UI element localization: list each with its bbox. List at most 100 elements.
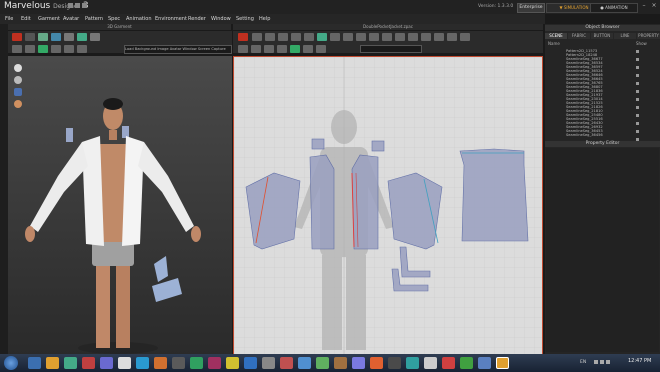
pin-icon[interactable] bbox=[64, 33, 74, 41]
menu-setting[interactable]: Setting bbox=[236, 16, 254, 22]
close-icon[interactable]: × bbox=[650, 2, 658, 10]
eye-icon[interactable] bbox=[636, 90, 639, 93]
library-sidebar[interactable] bbox=[0, 24, 8, 354]
taskbar-app-icon[interactable] bbox=[352, 357, 365, 369]
taskbar-app-icon[interactable] bbox=[424, 357, 437, 369]
taskbar-app-icon[interactable] bbox=[460, 357, 473, 369]
grid-icon[interactable] bbox=[277, 45, 287, 53]
texture-edit-icon[interactable] bbox=[395, 33, 405, 41]
edit-point-icon[interactable] bbox=[265, 33, 275, 41]
screenshot-icon[interactable] bbox=[77, 45, 87, 53]
save-icon[interactable] bbox=[68, 3, 73, 8]
pattern-back[interactable] bbox=[459, 148, 529, 242]
taskbar-app-icon[interactable] bbox=[244, 357, 257, 369]
taskbar-app-icon[interactable] bbox=[46, 357, 59, 369]
eye-icon[interactable] bbox=[636, 114, 639, 117]
menu-garment[interactable]: Garment bbox=[38, 16, 60, 22]
pattern-canvas-2d[interactable] bbox=[233, 56, 543, 358]
segment-icon[interactable] bbox=[330, 33, 340, 41]
reset-icon[interactable] bbox=[238, 33, 248, 41]
menu-environment[interactable]: Environment bbox=[155, 16, 187, 22]
sewing-icon[interactable] bbox=[317, 33, 327, 41]
topstitch-icon[interactable] bbox=[460, 33, 470, 41]
trace-icon[interactable] bbox=[343, 33, 353, 41]
internal-line-icon[interactable] bbox=[356, 33, 366, 41]
taskbar-app-icon[interactable] bbox=[82, 357, 95, 369]
menu-animation[interactable]: Animation bbox=[126, 16, 152, 22]
taskbar-app-icon[interactable] bbox=[154, 357, 167, 369]
taskbar-app-icon[interactable] bbox=[226, 357, 239, 369]
eye-icon[interactable] bbox=[636, 74, 639, 77]
symmetry-icon[interactable] bbox=[290, 45, 300, 53]
flag-icon[interactable] bbox=[606, 360, 610, 364]
eye-icon[interactable] bbox=[636, 122, 639, 125]
taskbar-app-icon[interactable] bbox=[208, 357, 221, 369]
start-button-icon[interactable] bbox=[4, 356, 18, 370]
eye-icon[interactable] bbox=[636, 106, 639, 109]
select-icon[interactable] bbox=[25, 33, 35, 41]
taskbar-app-icon[interactable] bbox=[370, 357, 383, 369]
taskbar-app-icon[interactable] bbox=[136, 357, 149, 369]
eye-icon[interactable] bbox=[636, 82, 639, 85]
menu-edit[interactable]: Edit bbox=[21, 16, 31, 22]
undo-icon[interactable] bbox=[75, 3, 80, 8]
transform-icon[interactable] bbox=[252, 33, 262, 41]
taskbar-clock[interactable]: 12:47 PM bbox=[628, 358, 651, 364]
redo-icon[interactable] bbox=[82, 3, 87, 8]
volume-icon[interactable] bbox=[600, 360, 604, 364]
move-icon[interactable] bbox=[38, 33, 48, 41]
pattern-pocket-right[interactable] bbox=[371, 140, 385, 152]
eye-icon[interactable] bbox=[636, 98, 639, 101]
circle-icon[interactable] bbox=[304, 33, 314, 41]
eye-icon[interactable] bbox=[636, 50, 639, 53]
avatar-icon[interactable] bbox=[51, 45, 61, 53]
zoom-icon[interactable] bbox=[251, 45, 261, 53]
menu-file[interactable]: File bbox=[5, 16, 13, 22]
tab-line[interactable]: LINE bbox=[614, 33, 636, 39]
button-icon[interactable] bbox=[434, 33, 444, 41]
menu-spec[interactable]: Spec bbox=[108, 16, 120, 22]
grain-icon[interactable] bbox=[408, 33, 418, 41]
stress-map-icon[interactable] bbox=[38, 45, 48, 53]
eye-icon[interactable] bbox=[636, 58, 639, 61]
pane2d-field[interactable] bbox=[360, 45, 422, 53]
pattern-front-left[interactable] bbox=[309, 154, 335, 250]
list-item[interactable]: SeamlineSeg_36456 bbox=[566, 133, 656, 137]
taskbar-app-icon[interactable] bbox=[28, 357, 41, 369]
taskbar-app-icon[interactable] bbox=[478, 357, 491, 369]
menu-help[interactable]: Help bbox=[259, 16, 270, 22]
tab-button[interactable]: BUTTON bbox=[591, 33, 613, 39]
tab-property[interactable]: PROPERTY bbox=[637, 33, 660, 39]
dart-icon[interactable] bbox=[369, 33, 379, 41]
rectangle-icon[interactable] bbox=[291, 33, 301, 41]
pattern-sleeve-right[interactable] bbox=[387, 172, 443, 250]
taskbar-app-icon[interactable] bbox=[262, 357, 275, 369]
zipper-icon[interactable] bbox=[447, 33, 457, 41]
taskbar-app-icon[interactable] bbox=[190, 357, 203, 369]
fit-icon[interactable] bbox=[316, 45, 326, 53]
taskbar-marvelous-icon[interactable] bbox=[496, 357, 509, 369]
language-indicator[interactable]: EN bbox=[580, 360, 586, 365]
pan-icon[interactable] bbox=[264, 45, 274, 53]
simulate-icon[interactable] bbox=[12, 33, 22, 41]
view-icon[interactable] bbox=[12, 45, 22, 53]
taskbar-app-icon[interactable] bbox=[334, 357, 347, 369]
tab-scene[interactable]: SCENE bbox=[545, 33, 567, 39]
menu-pattern[interactable]: Pattern bbox=[85, 16, 103, 22]
taskbar-app-icon[interactable] bbox=[442, 357, 455, 369]
taskbar-app-icon[interactable] bbox=[118, 357, 131, 369]
pattern-pocket-left[interactable] bbox=[311, 138, 325, 150]
viewport-3d[interactable] bbox=[8, 56, 232, 358]
tack-icon[interactable] bbox=[77, 33, 87, 41]
layer-icon[interactable] bbox=[303, 45, 313, 53]
menu-window[interactable]: Window bbox=[211, 16, 231, 22]
measure-icon[interactable] bbox=[64, 45, 74, 53]
texture-icon[interactable] bbox=[25, 45, 35, 53]
fold-icon[interactable] bbox=[51, 33, 61, 41]
minimize-icon[interactable]: – bbox=[640, 2, 648, 10]
view-2d-icon[interactable] bbox=[238, 45, 248, 53]
taskbar-app-icon[interactable] bbox=[280, 357, 293, 369]
notch-icon[interactable] bbox=[382, 33, 392, 41]
graphic-icon[interactable] bbox=[421, 33, 431, 41]
menu-render[interactable]: Render bbox=[188, 16, 206, 22]
